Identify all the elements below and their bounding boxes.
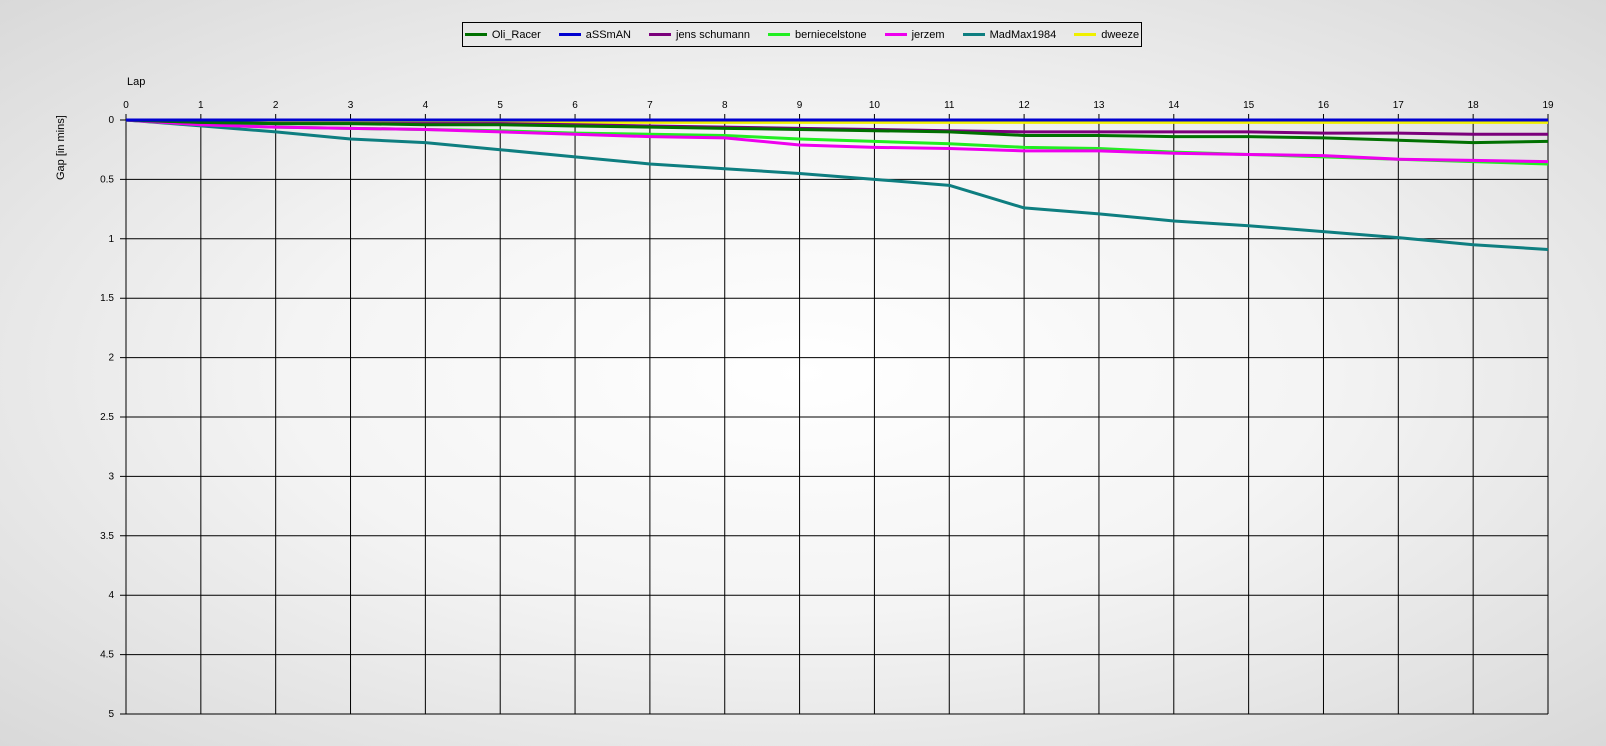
y-axis-ticks: 0 0.5 1 1.5 2 2.5 3 3.5 4 4.5 5 (100, 115, 114, 720)
y-tick-label: 0 (108, 115, 114, 126)
y-tick-label: 0.5 (100, 174, 114, 185)
legend-item: aSSmAN (558, 28, 631, 41)
legend-item: jens schumann (649, 29, 750, 41)
x-tick-label: 12 (1019, 100, 1031, 111)
legend-swatch (768, 33, 790, 36)
x-tick-label: 11 (944, 100, 955, 111)
x-tick-label: 1 (198, 100, 204, 111)
x-tick-label: 18 (1468, 100, 1480, 111)
x-tick-label: 7 (647, 100, 653, 111)
legend-label: aSSmAN (585, 28, 631, 41)
y-tick-label: 4.5 (100, 650, 114, 661)
y-tick-label: 5 (108, 709, 114, 720)
chart-canvas: 0 1 2 3 4 5 6 7 8 9 10 11 12 13 14 15 16 17 18 19 00.511.52… (100, 100, 1554, 720)
legend-item: dweeze (1074, 29, 1139, 41)
legend-label: berniecelstone (795, 28, 867, 41)
y-tick-label: 4 (108, 590, 114, 601)
legend-swatch (1074, 33, 1097, 36)
x-tick-label: 13 (1093, 100, 1105, 111)
y-tick-label: 1 (108, 234, 114, 245)
legend-item: berniecelstone (768, 29, 867, 41)
legend-swatch (558, 33, 581, 36)
legend-item: jerzem (884, 28, 945, 41)
legend-label: dweeze (1101, 28, 1140, 41)
x-axis-label: Lap (127, 76, 146, 88)
x-tick-label: 6 (572, 100, 578, 111)
legend-swatch (649, 33, 671, 36)
legend-label: Oli_Racer (491, 28, 541, 41)
x-tick-label: 16 (1318, 100, 1330, 111)
x-tick-label: 9 (797, 100, 803, 111)
x-tick-label: 17 (1393, 100, 1405, 111)
x-tick-label: 4 (423, 100, 429, 111)
x-tick-label: 19 (1542, 100, 1554, 111)
y-tick-label: 3 (108, 471, 114, 482)
legend-swatch (464, 33, 487, 36)
x-tick-label: 5 (497, 100, 503, 111)
y-axis-label: Gap [in mins] (55, 115, 67, 180)
legend-swatch (962, 33, 985, 36)
x-tick-label: 3 (348, 100, 354, 111)
x-tick-label: 8 (722, 100, 728, 111)
y-tick-label: 3.5 (100, 531, 114, 542)
x-axis-ticks: 0 1 2 3 4 5 6 7 8 9 10 11 12 13 14 15 16 17 18 19 (123, 100, 1554, 111)
legend-item: Oli_Racer (464, 28, 541, 41)
x-tick-label: 2 (273, 100, 279, 111)
legend-label: jens schumann (676, 28, 750, 41)
legend: Oli_Racer aSSmAN jens schumann berniecelsto… (462, 22, 1142, 47)
series-lines (125, 118, 1549, 251)
legend-label: jerzem (911, 28, 945, 41)
x-tick-label: 10 (869, 100, 881, 111)
x-tick-label: 0 (123, 100, 129, 111)
x-tick-label: 14 (1168, 100, 1180, 111)
grid-lines (120, 114, 1549, 715)
legend-item: MadMax1984 (962, 28, 1057, 41)
y-tick-label: 2 (108, 353, 114, 364)
y-tick-label: 1.5 (100, 293, 114, 304)
legend-label: MadMax1984 (989, 28, 1057, 41)
legend-swatch (884, 33, 907, 36)
x-tick-label: 15 (1243, 100, 1255, 111)
y-tick-label: 2.5 (100, 412, 114, 423)
